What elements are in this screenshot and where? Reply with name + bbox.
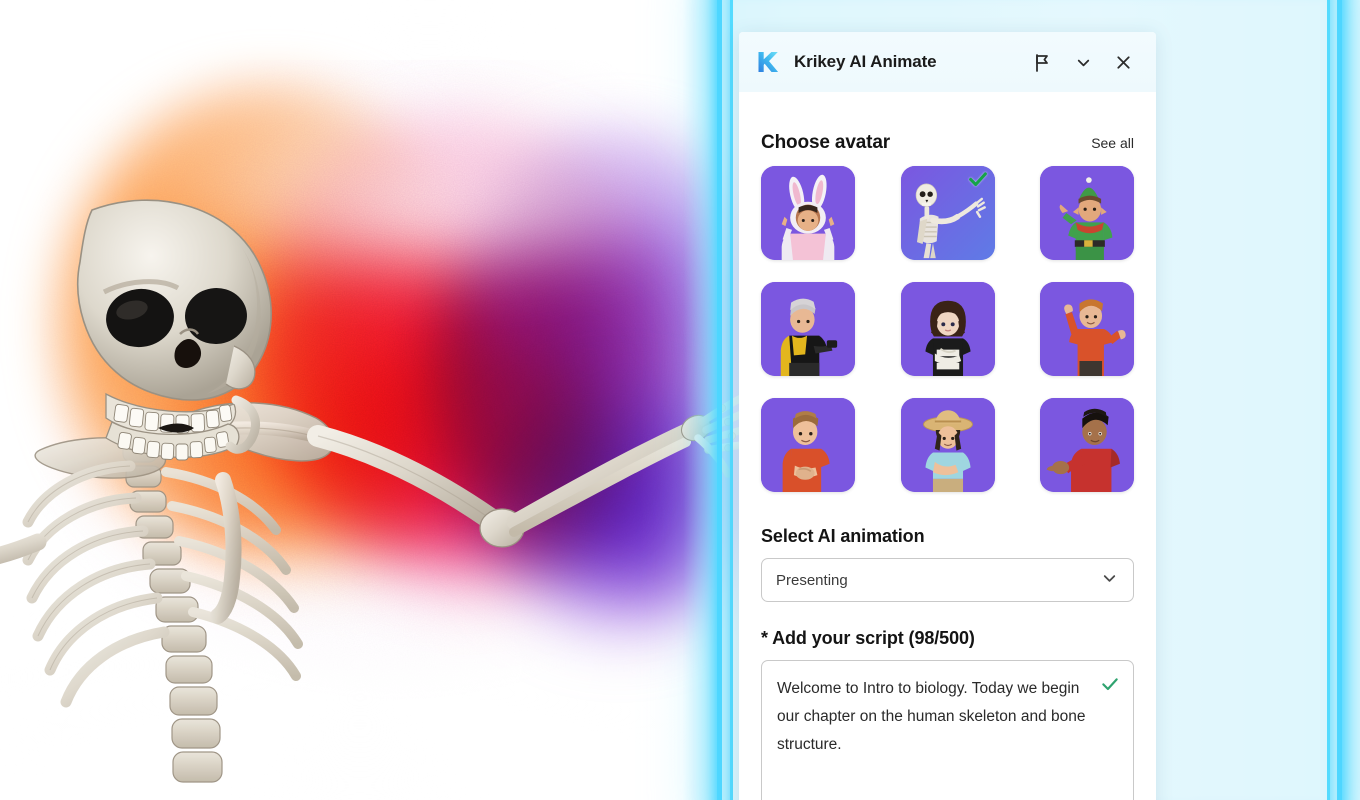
script-label: * Add your script (98/500) [761,628,975,648]
avatar-option-black-white-outfit-girl[interactable] [900,282,995,376]
animation-select[interactable]: Presenting [761,558,1134,602]
panel-body: Choose avatar See all Select AI animatio… [739,92,1156,800]
avatar-option-green-elf[interactable] [1040,166,1134,260]
animation-select-chevron-down-icon [1100,569,1119,592]
select-animation-label: Select AI animation [761,526,925,546]
animation-select-value: Presenting [776,571,848,589]
krikey-k-logo-icon [753,47,783,77]
avatar-option-straw-hat-woman[interactable] [900,398,995,492]
avatar-option-orange-shirt-boy[interactable] [761,398,855,492]
collapse-chevron-down-icon[interactable] [1066,45,1100,79]
panel-header: Krikey AI Animate [739,32,1156,92]
avatar-option-red-shirt-boy-pointing[interactable] [1040,398,1134,492]
avatar-option-bunny-hoodie-girl[interactable] [761,166,855,260]
krikey-ai-animate-panel: Krikey AI Animate Choose avatar See all … [739,32,1156,800]
choose-avatar-title: Choose avatar [761,132,890,153]
screen: Krikey AI Animate Choose avatar See all … [0,0,1360,800]
avatar-option-yellow-jacket-boy[interactable] [761,282,855,376]
see-all-link[interactable]: See all [1091,135,1134,151]
script-text-value: Welcome to Intro to biology. Today we be… [777,680,1090,754]
avatar-option-orange-top-woman-cheering[interactable] [1040,282,1134,376]
script-input[interactable]: Welcome to Intro to biology. Today we be… [761,660,1134,800]
avatar-grid [761,166,1134,498]
close-icon[interactable] [1106,45,1140,79]
avatar-selected-check-icon [967,168,989,190]
choose-avatar-header: Choose avatar See all [761,92,1134,166]
panel-title: Krikey AI Animate [794,52,937,71]
avatar-option-skeleton[interactable] [900,166,995,260]
flag-icon[interactable] [1026,45,1060,79]
script-valid-check-icon [1100,674,1120,694]
